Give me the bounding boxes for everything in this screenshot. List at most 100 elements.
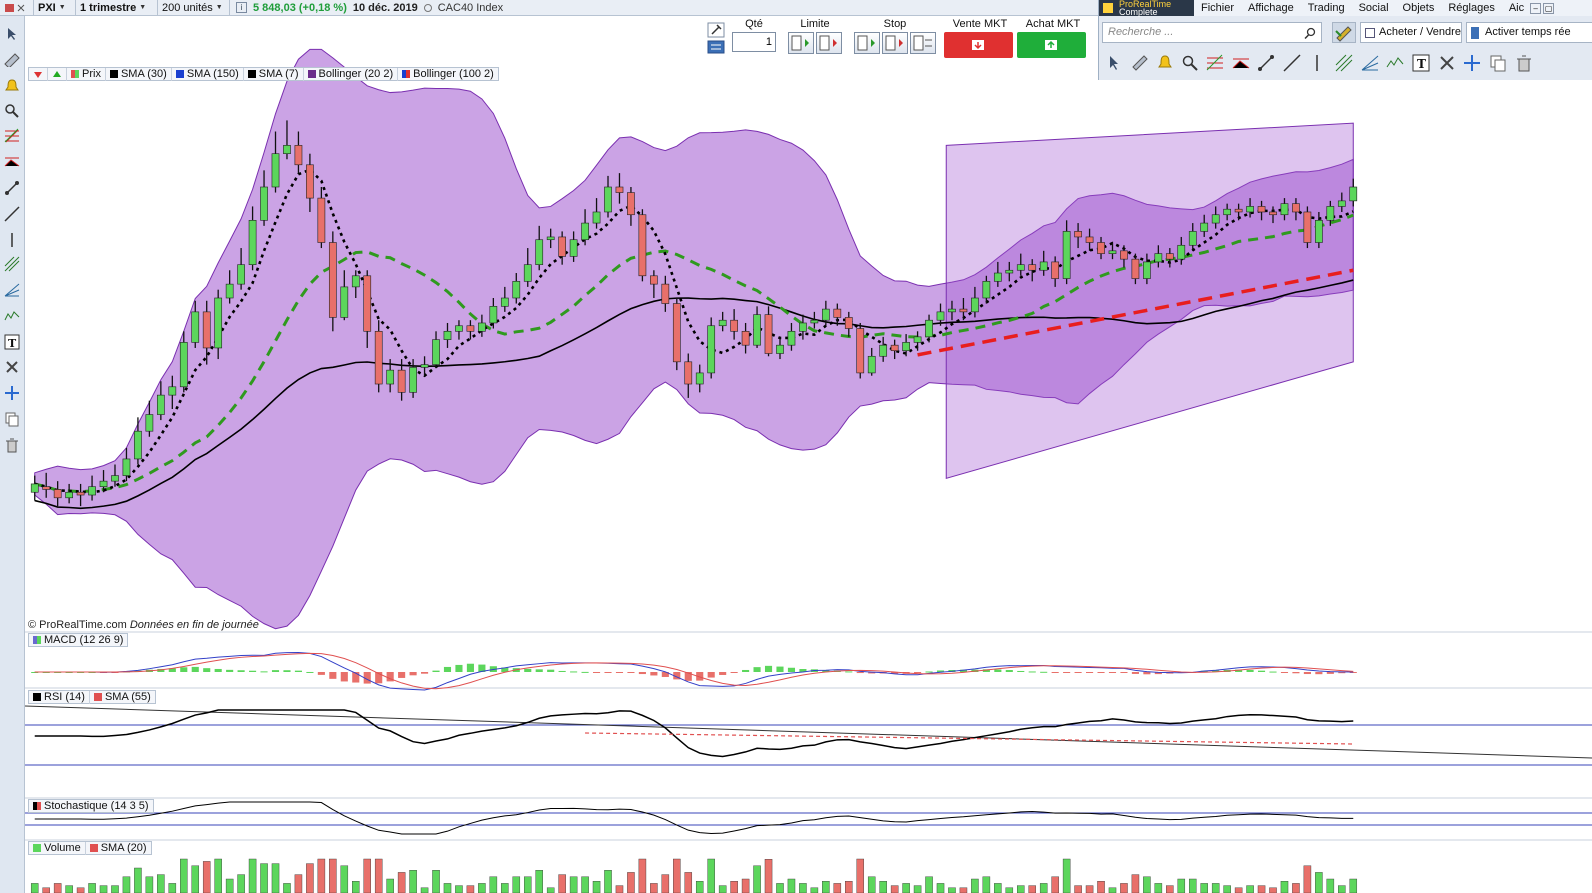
chart-menu-icon[interactable] — [0, 0, 34, 15]
legend-item-3[interactable]: SMA (7) — [244, 67, 304, 81]
volume-bar — [363, 858, 371, 893]
gann-icon[interactable] — [2, 280, 22, 300]
symbol-selector[interactable]: PXI ▼ — [34, 0, 76, 15]
volume-legend[interactable]: Volume SMA (20) — [28, 841, 152, 855]
minimize-icon[interactable]: – — [1530, 2, 1542, 14]
volume-bar — [1120, 883, 1128, 893]
stop-sell-button[interactable] — [882, 32, 908, 54]
legend-item-4[interactable]: Bollinger (20 2) — [304, 67, 399, 81]
buy-sell-button[interactable]: Acheter / Vendre — [1360, 22, 1462, 43]
legend-item-5[interactable]: Bollinger (100 2) — [398, 68, 498, 81]
alert-bell-icon[interactable] — [2, 76, 22, 96]
vertical-line-icon[interactable] — [1308, 54, 1326, 72]
units-selector[interactable]: 200 unités ▼ — [158, 0, 230, 15]
menu-trading[interactable]: Trading — [1301, 2, 1352, 14]
chart-area[interactable] — [25, 16, 1592, 893]
menu-affichage[interactable]: Affichage — [1241, 2, 1301, 14]
copy-icon[interactable] — [1489, 54, 1507, 72]
cursor-icon[interactable] — [1105, 54, 1123, 72]
quote-value: 5 848,03 (+0,18 %) — [253, 1, 347, 14]
line-icon[interactable] — [2, 204, 22, 224]
macd-histogram-bar — [1292, 672, 1300, 674]
legend-item-0[interactable]: Prix — [67, 67, 106, 81]
info-icon[interactable]: i — [236, 2, 247, 13]
volume-bar — [856, 858, 865, 893]
ruler-icon[interactable] — [1131, 54, 1149, 72]
candle-body — [730, 319, 738, 332]
cursor-icon[interactable] — [2, 24, 22, 44]
trash-icon[interactable] — [1515, 54, 1533, 72]
macd-histogram-bar — [1315, 672, 1323, 675]
vertical-line-icon[interactable] — [2, 230, 22, 250]
stochastic-legend[interactable]: Stochastique (14 3 5) — [28, 799, 154, 813]
segment-icon[interactable] — [2, 178, 22, 198]
volume-bar — [271, 863, 280, 893]
ruler-icon[interactable] — [2, 50, 22, 70]
menu-fichier[interactable]: Fichier — [1194, 2, 1241, 14]
menu-reglages[interactable]: Réglages — [1441, 2, 1501, 14]
price-legend: Prix SMA (30) SMA (150) SMA (7) Bollinge… — [28, 67, 499, 81]
limit-buy-button[interactable] — [788, 32, 814, 54]
rsi-legend[interactable]: RSI (14) SMA (55) — [28, 690, 156, 704]
channel-icon[interactable] — [1232, 54, 1250, 72]
search-input[interactable]: Recherche ... — [1102, 22, 1322, 43]
legend-up-arrow-icon[interactable] — [48, 67, 67, 81]
volume-bar — [489, 876, 498, 893]
period-selector[interactable]: 1 trimestre ▼ — [76, 0, 158, 15]
text-tool-icon[interactable]: T — [2, 332, 22, 352]
macd-histogram-bar — [742, 669, 750, 672]
menu-aide[interactable]: Aic — [1502, 2, 1526, 14]
zoom-icon[interactable] — [2, 101, 22, 121]
fibonacci-icon[interactable] — [1206, 54, 1224, 72]
text-tool-icon[interactable]: T — [1412, 54, 1430, 72]
move-icon[interactable] — [1463, 54, 1481, 72]
legend-down-arrow-icon[interactable] — [29, 67, 48, 81]
candle-body — [294, 145, 303, 166]
candle-body — [1269, 211, 1277, 216]
gann-icon[interactable] — [1361, 54, 1379, 72]
realtime-icon — [1471, 27, 1479, 39]
volume-bar — [1005, 887, 1014, 893]
pitchfork-icon[interactable] — [1335, 54, 1353, 72]
candle-body — [799, 322, 807, 332]
qty-input[interactable] — [732, 32, 776, 52]
pitchfork-icon[interactable] — [2, 254, 22, 274]
candle-body — [913, 336, 922, 343]
candle-body — [1154, 253, 1163, 263]
highlighter-button[interactable] — [1332, 22, 1356, 43]
stop-bracket-button[interactable] — [910, 32, 936, 54]
legend-item-2[interactable]: SMA (150) — [172, 67, 244, 81]
fibonacci-icon[interactable] — [2, 126, 22, 146]
legend-item-1[interactable]: SMA (30) — [106, 67, 172, 81]
candle-body — [558, 236, 567, 257]
settings-wrench-icon[interactable] — [706, 22, 726, 59]
menu-social[interactable]: Social — [1352, 2, 1396, 14]
copy-icon[interactable] — [2, 409, 22, 429]
segment-icon[interactable] — [1257, 54, 1275, 72]
move-icon[interactable] — [2, 383, 22, 403]
channel-icon[interactable] — [2, 152, 22, 172]
realtime-label: Activer temps rée — [1485, 26, 1571, 38]
line-icon[interactable] — [1283, 54, 1301, 72]
candle-body — [466, 325, 475, 332]
limit-sell-button[interactable] — [816, 32, 842, 54]
magnet-icon[interactable] — [2, 357, 22, 377]
macd-legend[interactable]: MACD (12 26 9) — [28, 633, 129, 647]
sell-market-button[interactable] — [944, 32, 1013, 58]
trash-icon[interactable] — [2, 435, 22, 455]
menu-objets[interactable]: Objets — [1396, 2, 1442, 14]
wave-icon[interactable] — [2, 306, 22, 326]
zoom-icon[interactable] — [1181, 54, 1199, 72]
realtime-button[interactable]: Activer temps rée — [1466, 22, 1592, 43]
macd-histogram-bar — [1086, 672, 1094, 673]
volume-bar — [501, 883, 509, 893]
alert-bell-icon[interactable] — [1156, 54, 1174, 72]
candle-body — [1165, 253, 1174, 260]
buy-market-button[interactable] — [1017, 32, 1086, 58]
candle-body — [397, 369, 406, 393]
restore-icon[interactable]: ▢ — [1543, 2, 1555, 14]
stop-buy-button[interactable] — [854, 32, 880, 54]
magnet-icon[interactable] — [1438, 54, 1456, 72]
wave-icon[interactable] — [1386, 54, 1404, 72]
volume-bar — [673, 858, 681, 893]
